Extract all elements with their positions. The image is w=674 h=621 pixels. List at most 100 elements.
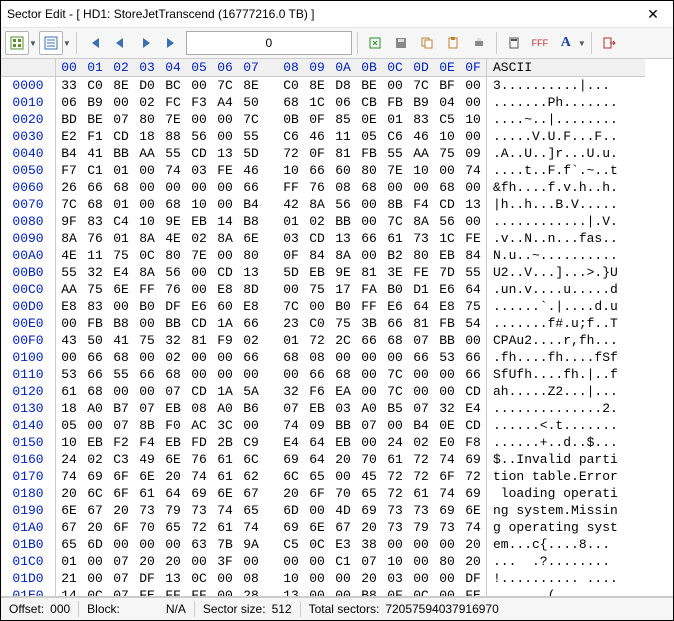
hex-byte[interactable]: 55: [382, 145, 408, 162]
hex-byte[interactable]: 20: [82, 519, 108, 536]
hex-byte[interactable]: 00: [382, 536, 408, 553]
hex-byte[interactable]: 66: [82, 366, 108, 383]
hex-byte[interactable]: 7C: [238, 111, 264, 128]
hex-byte[interactable]: 00: [434, 383, 460, 400]
hex-byte[interactable]: 7C: [382, 383, 408, 400]
hex-byte[interactable]: 66: [238, 179, 264, 196]
hex-byte[interactable]: 4D: [330, 502, 356, 519]
hex-byte[interactable]: B0: [330, 298, 356, 315]
hex-byte[interactable]: B4: [238, 196, 264, 213]
hex-byte[interactable]: 11: [82, 247, 108, 264]
ascii-cell[interactable]: ............|.V.: [487, 213, 646, 230]
hex-byte[interactable]: FE: [212, 162, 238, 179]
hex-byte[interactable]: 8A: [212, 230, 238, 247]
hex-byte[interactable]: 88: [160, 128, 186, 145]
hex-byte[interactable]: 81: [356, 264, 382, 281]
hex-byte[interactable]: 00: [278, 281, 304, 298]
hex-byte[interactable]: 5D: [238, 145, 264, 162]
hex-byte[interactable]: 72: [278, 145, 304, 162]
ascii-cell[interactable]: .......f#.u;f..T: [487, 315, 646, 332]
hex-byte[interactable]: 00: [212, 570, 238, 587]
hex-byte[interactable]: 20: [56, 485, 83, 502]
hex-byte[interactable]: 65: [356, 485, 382, 502]
hex-byte[interactable]: EB: [304, 264, 330, 281]
hex-byte[interactable]: 0E: [356, 111, 382, 128]
hex-byte[interactable]: 69: [278, 519, 304, 536]
hex-byte[interactable]: BB: [330, 417, 356, 434]
hex-byte[interactable]: 64: [160, 485, 186, 502]
hex-byte[interactable]: BD: [56, 111, 83, 128]
print-button[interactable]: [467, 31, 491, 55]
hex-byte[interactable]: B8: [108, 315, 134, 332]
ascii-cell[interactable]: $..Invalid parti: [487, 451, 646, 468]
hex-byte[interactable]: 00: [330, 349, 356, 366]
hex-byte[interactable]: B2: [382, 247, 408, 264]
hex-byte[interactable]: 08: [330, 179, 356, 196]
hex-byte[interactable]: 10: [434, 128, 460, 145]
hex-byte[interactable]: 72: [382, 468, 408, 485]
hex-byte[interactable]: 1C: [304, 94, 330, 111]
hex-byte[interactable]: 01: [278, 213, 304, 230]
hex-byte[interactable]: 07: [108, 417, 134, 434]
hex-byte[interactable]: 68: [108, 349, 134, 366]
hex-byte[interactable]: 72: [408, 468, 434, 485]
hex-byte[interactable]: 00: [304, 587, 330, 597]
hex-byte[interactable]: 64: [460, 281, 487, 298]
hex-byte[interactable]: 67: [56, 519, 83, 536]
hex-byte[interactable]: 68: [434, 179, 460, 196]
hex-byte[interactable]: 72: [304, 332, 330, 349]
hex-byte[interactable]: 23: [278, 315, 304, 332]
hex-byte[interactable]: 10: [56, 434, 83, 451]
hex-byte[interactable]: 75: [330, 315, 356, 332]
hex-byte[interactable]: FE: [460, 230, 487, 247]
last-sector-button[interactable]: [160, 31, 184, 55]
hex-byte[interactable]: 6D: [278, 502, 304, 519]
hex-byte[interactable]: 00: [186, 366, 212, 383]
hex-byte[interactable]: 0B: [278, 111, 304, 128]
hex-byte[interactable]: C3: [108, 451, 134, 468]
hex-byte[interactable]: 20: [160, 553, 186, 570]
hex-byte[interactable]: 6E: [160, 451, 186, 468]
hex-byte[interactable]: BB: [160, 315, 186, 332]
hex-byte[interactable]: 07: [108, 570, 134, 587]
hex-byte[interactable]: 75: [134, 332, 160, 349]
hex-byte[interactable]: 67: [330, 519, 356, 536]
font-button[interactable]: A: [554, 31, 578, 55]
hex-byte[interactable]: 8D: [238, 281, 264, 298]
ascii-cell[interactable]: .......Ph.......: [487, 94, 646, 111]
hex-byte[interactable]: 75: [82, 281, 108, 298]
hex-byte[interactable]: 66: [304, 162, 330, 179]
hex-byte[interactable]: 00: [186, 111, 212, 128]
hex-byte[interactable]: 7C: [408, 77, 434, 95]
hex-byte[interactable]: 66: [238, 349, 264, 366]
hex-byte[interactable]: 68: [160, 196, 186, 213]
hex-byte[interactable]: 66: [82, 179, 108, 196]
hex-byte[interactable]: 75: [304, 281, 330, 298]
hex-byte[interactable]: 00: [238, 553, 264, 570]
hex-byte[interactable]: 43: [56, 332, 83, 349]
hex-byte[interactable]: 00: [186, 349, 212, 366]
hex-byte[interactable]: 72: [382, 485, 408, 502]
hex-byte[interactable]: 1A: [212, 315, 238, 332]
hex-byte[interactable]: 00: [134, 536, 160, 553]
hex-byte[interactable]: 46: [238, 162, 264, 179]
hex-byte[interactable]: F2: [108, 434, 134, 451]
hex-byte[interactable]: 83: [82, 298, 108, 315]
hex-byte[interactable]: 07: [278, 400, 304, 417]
hex-byte[interactable]: 68: [278, 94, 304, 111]
hex-byte[interactable]: 6E: [108, 281, 134, 298]
hex-byte[interactable]: BE: [82, 111, 108, 128]
hex-byte[interactable]: 81: [186, 332, 212, 349]
hex-byte[interactable]: 00: [82, 553, 108, 570]
hex-byte[interactable]: 74: [212, 502, 238, 519]
hex-byte[interactable]: 8A: [304, 196, 330, 213]
ascii-cell[interactable]: tion table.Error: [487, 468, 646, 485]
hex-byte[interactable]: 74: [278, 417, 304, 434]
hex-byte[interactable]: 0C: [186, 570, 212, 587]
hex-byte[interactable]: EB: [186, 213, 212, 230]
hex-byte[interactable]: 66: [356, 230, 382, 247]
copy-button[interactable]: [415, 31, 439, 55]
hex-byte[interactable]: B6: [238, 400, 264, 417]
hex-byte[interactable]: 74: [460, 519, 487, 536]
hex-byte[interactable]: EA: [330, 383, 356, 400]
